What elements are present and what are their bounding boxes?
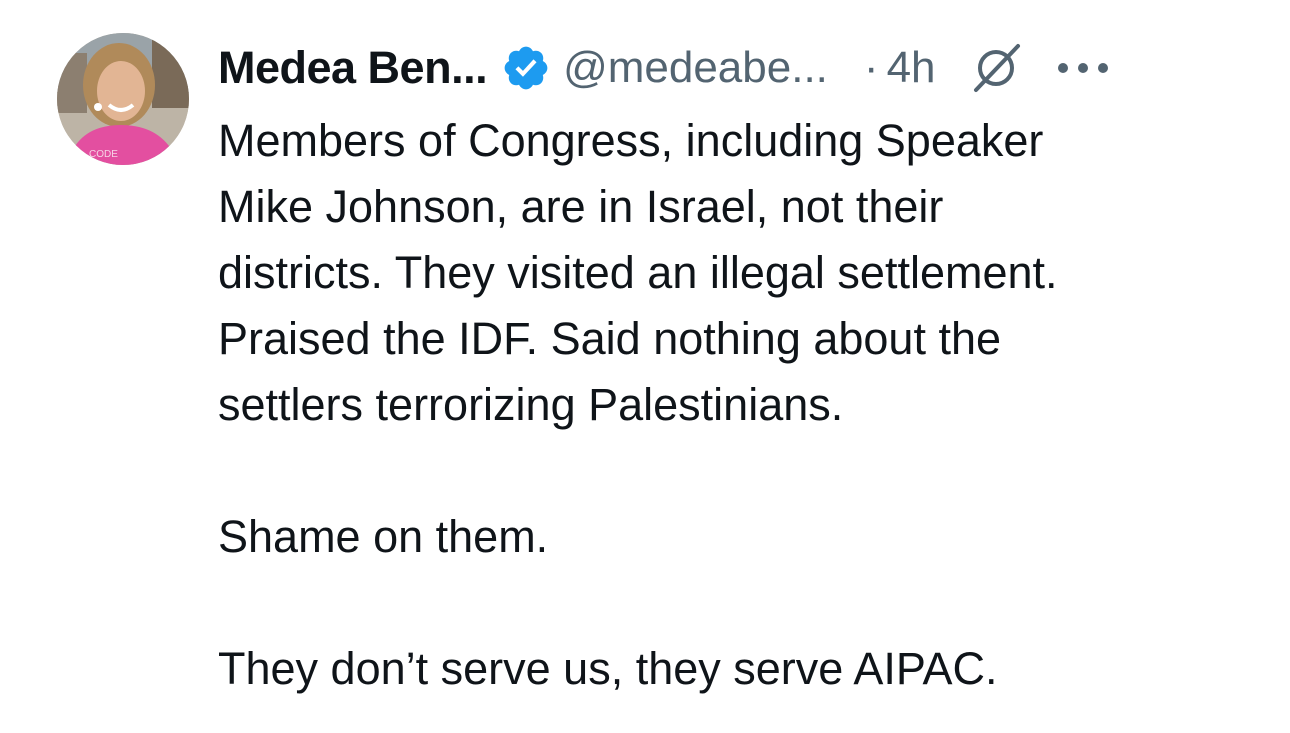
tweet-line: districts. They visited an illegal settl… [218,247,1058,298]
verified-badge-icon[interactable] [501,43,551,93]
avatar-photo: CODE [57,33,189,165]
tweet[interactable]: CODE Medea Ben... @medeabe... · 4h Membe… [0,0,1290,733]
tweet-line: settlers terrorizing Palestinians. [218,379,844,430]
tweet-line: Members of Congress, including Speaker [218,115,1044,166]
avatar-shirt-text: CODE [89,149,118,160]
tweet-line: Shame on them. [218,511,549,562]
display-name[interactable]: Medea Ben... [218,42,488,94]
tweet-text: Members of Congress, including Speaker M… [218,108,1258,702]
tweet-paragraph-3: They don’t serve us, they serve AIPAC. [218,636,1258,702]
grok-icon[interactable] [966,38,1026,98]
tweet-paragraph-1: Members of Congress, including Speaker M… [218,108,1258,438]
meta-separator: · [863,43,879,92]
tweet-paragraph-2: Shame on them. [218,504,1258,570]
tweet-line: They don’t serve us, they serve AIPAC. [218,643,998,694]
tweet-header: Medea Ben... @medeabe... · 4h [218,38,1258,98]
more-options-icon[interactable] [1056,58,1110,78]
tweet-line: Praised the IDF. Said nothing about the [218,313,1002,364]
tweet-line: Mike Johnson, are in Israel, not their [218,181,944,232]
tweet-timestamp[interactable]: 4h [887,43,936,93]
author-handle[interactable]: @medeabe... [563,43,828,93]
avatar[interactable]: CODE [57,33,189,165]
